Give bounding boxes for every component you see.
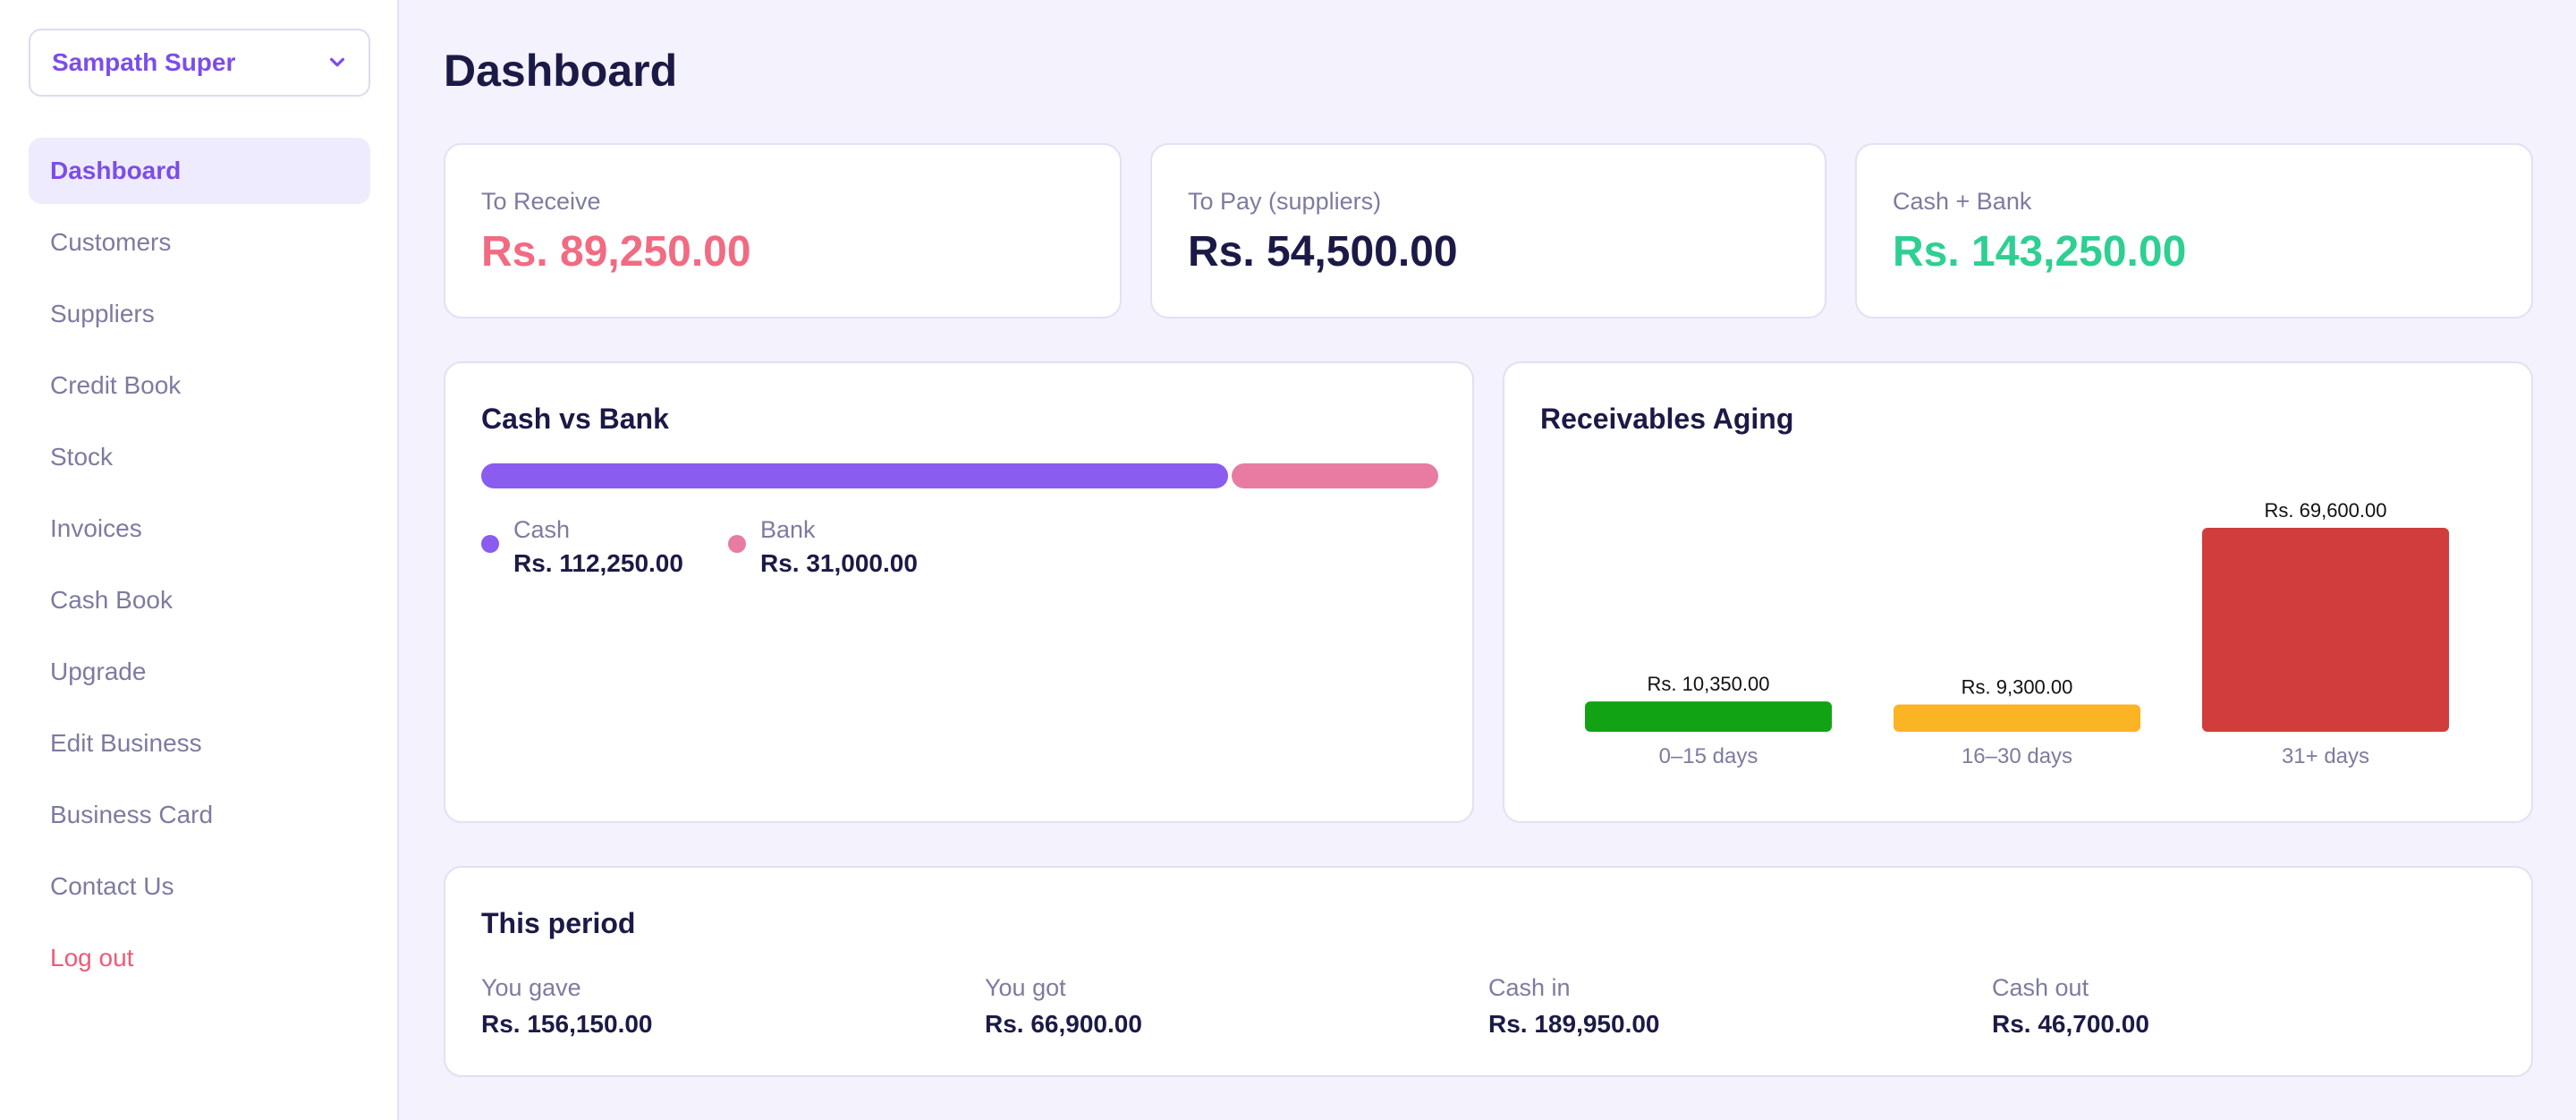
legend-label: Bank <box>760 516 816 543</box>
sidebar-item-contact-us[interactable]: Contact Us <box>29 853 370 920</box>
aging-bar-1 <box>1894 704 2140 732</box>
sidebar: Sampath Super Dashboard Customers Suppli… <box>0 0 399 1120</box>
period-cash-out: Cash out Rs. 46,700.00 <box>1992 972 2149 1045</box>
sidebar-item-invoices[interactable]: Invoices <box>29 496 370 562</box>
kpi-card-to-receive: To Receive Rs. 89,250.00 <box>444 143 1122 318</box>
kpi-value: Rs. 54,500.00 <box>1188 228 1458 276</box>
period-you-got: You got Rs. 66,900.00 <box>985 972 1142 1045</box>
kpi-label: Cash + Bank <box>1893 188 2032 215</box>
bar-value-label: Rs. 9,300.00 <box>1962 676 2073 699</box>
kpi-label: To Receive <box>481 188 601 215</box>
sidebar-item-suppliers[interactable]: Suppliers <box>29 281 370 347</box>
cash-vs-bank-card: Cash vs Bank Cash Rs. 112,250.00 Bank Rs… <box>444 361 1474 823</box>
cash-bar-segment <box>481 463 1228 488</box>
bar-value-label: Rs. 69,600.00 <box>2265 499 2387 522</box>
aging-bar-2 <box>2202 528 2449 732</box>
aging-bar-0 <box>1585 701 1832 732</box>
period-label: You got <box>985 974 1066 1001</box>
legend-cash: Cash Rs. 112,250.00 <box>481 513 683 581</box>
this-period-card: This period You gave Rs. 156,150.00 You … <box>444 866 2533 1077</box>
sidebar-item-upgrade[interactable]: Upgrade <box>29 639 370 705</box>
legend-value: Rs. 112,250.00 <box>513 549 683 577</box>
period-value: Rs. 46,700.00 <box>1992 1010 2149 1038</box>
kpi-value: Rs. 89,250.00 <box>481 228 751 276</box>
period-cash-in: Cash in Rs. 189,950.00 <box>1488 972 1660 1045</box>
sidebar-item-log-out[interactable]: Log out <box>29 925 370 991</box>
business-name: Sampath Super <box>52 48 236 76</box>
card-title: This period <box>481 907 636 939</box>
period-label: Cash in <box>1488 974 1571 1001</box>
bank-dot-icon <box>728 535 746 553</box>
period-value: Rs. 156,150.00 <box>481 1010 653 1038</box>
sidebar-item-cash-book[interactable]: Cash Book <box>29 567 370 633</box>
sidebar-item-customers[interactable]: Customers <box>29 209 370 276</box>
cash-dot-icon <box>481 535 499 553</box>
chevron-down-icon <box>329 57 345 67</box>
kpi-value: Rs. 143,250.00 <box>1893 228 2187 276</box>
sidebar-item-credit-book[interactable]: Credit Book <box>29 352 370 419</box>
sidebar-item-stock[interactable]: Stock <box>29 424 370 490</box>
period-value: Rs. 66,900.00 <box>985 1010 1142 1038</box>
period-label: You gave <box>481 974 581 1001</box>
category-label: 0–15 days <box>1659 744 1758 768</box>
period-value: Rs. 189,950.00 <box>1488 1010 1660 1038</box>
bar-value-label: Rs. 10,350.00 <box>1648 673 1770 695</box>
cash-bank-split-bar <box>481 463 1438 488</box>
legend-value: Rs. 31,000.00 <box>760 549 918 577</box>
sidebar-item-business-card[interactable]: Business Card <box>29 782 370 848</box>
sidebar-item-dashboard[interactable]: Dashboard <box>29 138 370 204</box>
category-label: 31+ days <box>2282 744 2369 768</box>
kpi-label: To Pay (suppliers) <box>1188 188 1382 215</box>
business-select[interactable]: Sampath Super <box>29 29 370 97</box>
category-label: 16–30 days <box>1962 744 2072 768</box>
period-you-gave: You gave Rs. 156,150.00 <box>481 972 653 1045</box>
bank-bar-segment <box>1232 463 1438 488</box>
kpi-card-cash-bank: Cash + Bank Rs. 143,250.00 <box>1855 143 2533 318</box>
legend-bank: Bank Rs. 31,000.00 <box>728 513 918 581</box>
legend-label: Cash <box>513 516 571 543</box>
receivables-aging-card: Receivables Aging Rs. 10,350.00 0–15 days… <box>1503 361 2533 823</box>
receivables-aging-chart: Rs. 10,350.00 0–15 days Rs. 9,300.00 16–30 … <box>1585 499 2449 768</box>
page-title: Dashboard <box>444 46 678 96</box>
period-label: Cash out <box>1992 974 2089 1001</box>
kpi-card-to-pay: To Pay (suppliers) Rs. 54,500.00 <box>1150 143 1826 318</box>
sidebar-item-edit-business[interactable]: Edit Business <box>29 710 370 776</box>
card-title: Cash vs Bank <box>481 403 669 435</box>
sidebar-nav: Dashboard Customers Suppliers Credit Boo… <box>29 138 370 997</box>
